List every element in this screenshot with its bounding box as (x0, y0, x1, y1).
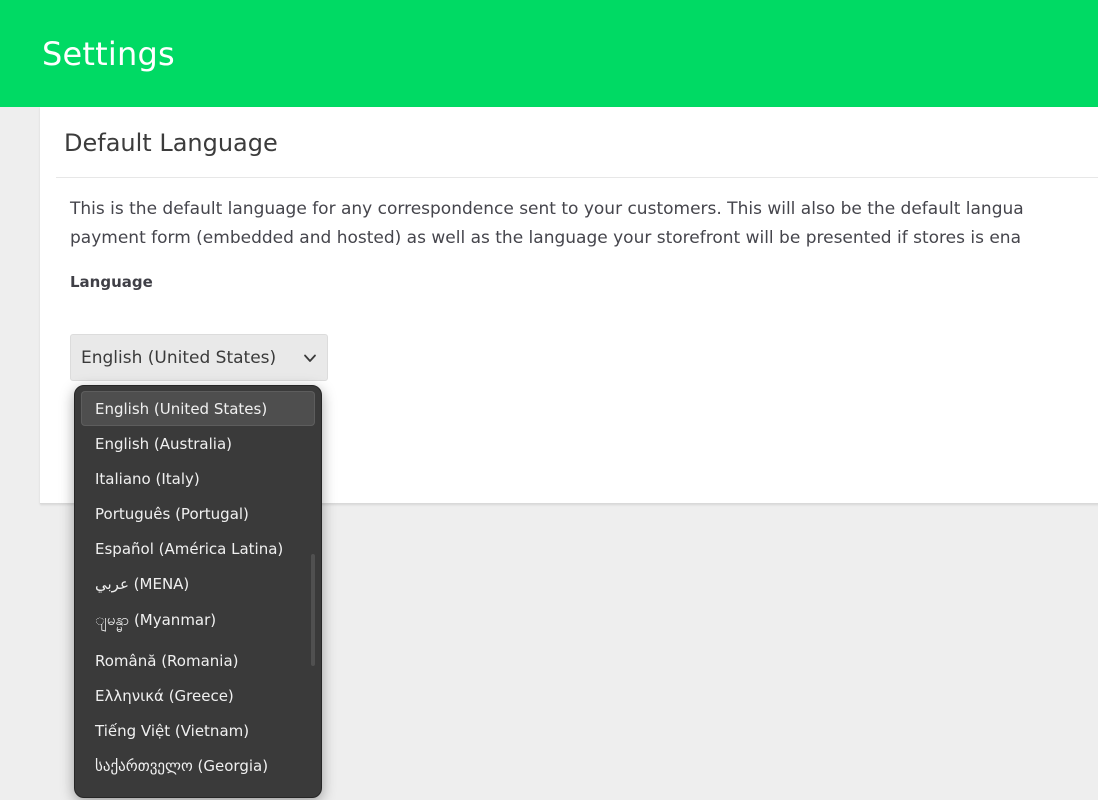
page-header: Settings (0, 0, 1098, 107)
card-description: This is the default language for any cor… (70, 195, 1024, 252)
dropdown-option[interactable]: عربي (MENA) (81, 566, 315, 601)
page-title: Settings (42, 35, 175, 73)
dropdown-option[interactable]: English (United States) (81, 391, 315, 426)
dropdown-option[interactable]: ျမန္မာ (Myanmar) (81, 601, 315, 643)
dropdown-option[interactable]: საქართველო (Georgia) (81, 748, 315, 783)
chevron-down-icon (302, 350, 318, 366)
dropdown-option[interactable]: Português (Portugal) (81, 496, 315, 531)
card-heading: Default Language (64, 129, 278, 157)
language-dropdown-options: English (United States)English (Australi… (81, 391, 315, 783)
dropdown-option[interactable]: English (Australia) (81, 426, 315, 461)
description-line: This is the default language for any cor… (70, 195, 1024, 224)
dropdown-option[interactable]: Español (América Latina) (81, 531, 315, 566)
divider (56, 177, 1098, 178)
language-dropdown: English (United States)English (Australi… (74, 385, 322, 798)
dropdown-option[interactable]: Ελληνικά (Greece) (81, 678, 315, 713)
dropdown-scrollbar[interactable] (311, 554, 315, 666)
dropdown-option[interactable]: Italiano (Italy) (81, 461, 315, 496)
language-label: Language (70, 273, 153, 291)
language-select-value: English (United States) (81, 348, 276, 368)
dropdown-option[interactable]: Tiếng Việt (Vietnam) (81, 713, 315, 748)
description-line: payment form (embedded and hosted) as we… (70, 224, 1024, 253)
dropdown-option[interactable]: Română (Romania) (81, 643, 315, 678)
language-select[interactable]: English (United States) (70, 334, 328, 381)
